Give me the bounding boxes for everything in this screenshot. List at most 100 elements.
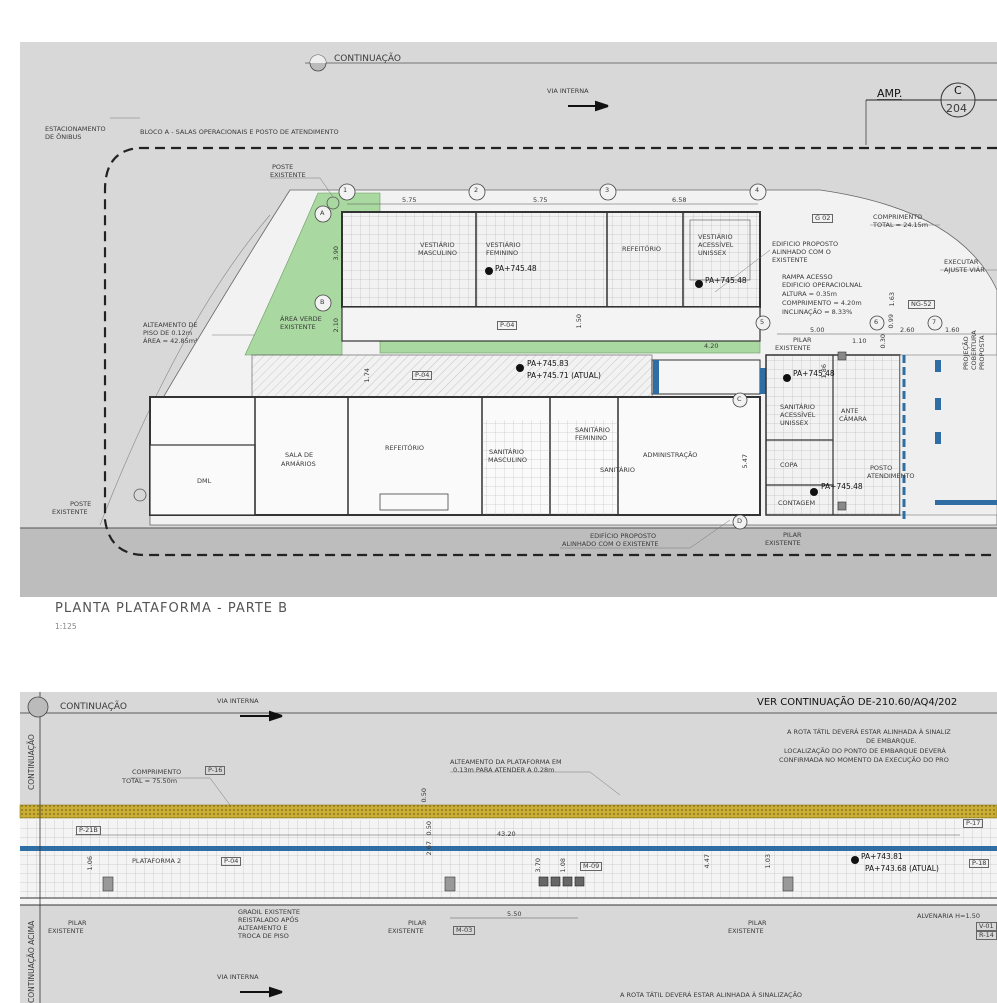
vestiario-fem-2: FEMININO xyxy=(486,249,519,257)
gradil-2: REISTALADO APÓS xyxy=(238,916,299,924)
pilar-b3b: EXISTENTE xyxy=(728,927,764,935)
dim-030: 0.30 xyxy=(878,334,887,349)
grid-b: B xyxy=(320,298,325,306)
amp-letter: C xyxy=(954,84,962,97)
pa-bottom-1: PA+743.81 xyxy=(861,852,903,861)
ver-continuacao: VER CONTINUAÇÃO DE-210.60/AQ4/202 xyxy=(757,697,958,708)
via-interna-label-bottom-1: VIA INTERNA xyxy=(217,697,259,705)
dim-267: 2.67 xyxy=(424,841,433,856)
area-verde-1: ÁREA VERDE xyxy=(280,315,322,323)
pa-2: PA+745.48 xyxy=(705,276,747,285)
posto-2: ATENDIMENTO xyxy=(867,472,915,480)
dim-390: 3.90 xyxy=(331,246,340,261)
rampa-5: INCLINAÇÃO = 8.33% xyxy=(782,308,853,316)
dim-050-b: 0.50 xyxy=(424,821,433,836)
dim-106: 1.06 xyxy=(85,856,94,871)
de-onibus-label: DE ÔNIBUS xyxy=(45,133,82,141)
estacionamento-label: ESTACIONAMENTO xyxy=(45,125,106,133)
tag-p17: P-17 xyxy=(963,819,984,828)
pilar-b3a: PILAR xyxy=(748,919,767,927)
dim-575-b: 5.75 xyxy=(533,196,548,204)
grid-6: 6 xyxy=(874,318,879,326)
tag-p04: P-04 xyxy=(221,857,242,866)
dim-163: 1.63 xyxy=(887,292,896,307)
ante-camara-2: CÂMARA xyxy=(839,415,867,423)
sanit-acess-1: SANITÁRIO xyxy=(780,403,815,411)
alteamento-plat-1: ALTEAMENTO DA PLATAFORMA EM xyxy=(450,758,562,766)
dim-658: 6.58 xyxy=(672,196,687,204)
pilar-b1b: EXISTENTE xyxy=(48,927,84,935)
pa-1: PA+745.48 xyxy=(495,264,537,273)
dim-260: 2.60 xyxy=(900,326,915,334)
ante-camara-1: ANTE xyxy=(841,407,859,415)
top-road-bottom xyxy=(20,528,997,597)
refeitorio-bottom: REFEITÓRIO xyxy=(385,444,425,452)
grid-1: 1 xyxy=(343,186,348,194)
projecao-3: PROPOSTA xyxy=(978,335,986,370)
grid-2: 2 xyxy=(474,186,479,194)
refeitorio-top: REFEITÓRIO xyxy=(622,245,662,253)
poste-label-1: POSTE xyxy=(272,163,294,171)
grid-3: 3 xyxy=(605,186,610,194)
pa-6: PA+745.48 xyxy=(821,482,863,491)
rampa-3: ALTURA = 0.35m xyxy=(782,290,837,298)
grid-7: 7 xyxy=(932,318,937,326)
dim-103: 1.03 xyxy=(763,854,772,869)
vestiario-fem-1: VESTIÁRIO xyxy=(486,241,521,249)
tag-p04-b: P-04 xyxy=(412,371,433,380)
edificio-proposto-2: ALINHADO COM O xyxy=(772,248,831,256)
sanitario-masc-2: MASCULINO xyxy=(488,456,527,464)
pilar-b2a: PILAR xyxy=(408,919,427,927)
dim-210: 2.10 xyxy=(331,318,340,333)
vest-acess-3: UNISSEX xyxy=(698,249,727,257)
posto-1: POSTO xyxy=(870,464,893,472)
plataforma-label: PLATAFORMA 2 xyxy=(132,857,182,865)
edificio-proposto-3: EXISTENTE xyxy=(772,256,808,264)
pa-bottom-2: PA+743.68 (ATUAL) xyxy=(865,864,939,873)
continuation-label-top: CONTINUAÇÃO xyxy=(334,54,401,64)
sanit-acess-2: ACESSÍVEL xyxy=(780,411,816,419)
tactile-strip xyxy=(19,804,997,819)
dim-500: 5.00 xyxy=(810,326,825,334)
rota-4: CONFIRMADA NO MOMENTO DA EXECUÇÃO DO PRO xyxy=(779,756,949,764)
contagem-label: CONTAGEM xyxy=(778,499,816,507)
sanitario-label: SANITÁRIO xyxy=(600,466,635,474)
tag-p21b: P-21B xyxy=(76,826,101,835)
rota-3: LOCALIZAÇÃO DO PONTO DE EMBARQUE DEVERÁ xyxy=(784,747,946,755)
rampa-2: EDIFICIO OPERACIOLNAL xyxy=(782,281,863,289)
projecao-1: PROJEÇÃO xyxy=(962,336,970,370)
tag-m03: M-03 xyxy=(453,926,476,935)
dim-547: 5.47 xyxy=(740,454,749,469)
poste-bottom-2: EXISTENTE xyxy=(52,508,88,516)
sala-armarios-1: SALA DE xyxy=(285,451,314,459)
via-interna-label-top: VIA INTERNA xyxy=(547,87,589,95)
dim-160: 1.60 xyxy=(945,326,960,334)
alvenaria-1: ALVENARIA H=1.50 xyxy=(917,912,980,920)
side-continuacao: CONTINUAÇÃO xyxy=(27,734,36,790)
edificio-proposto-1: EDIFICIO PROPOSTO xyxy=(772,240,839,248)
tag-p18: P-18 xyxy=(969,859,990,868)
sanitario-masc-1: SANITÁRIO xyxy=(489,448,524,456)
dim-420: 4.20 xyxy=(704,342,719,350)
area-verde-2: EXISTENTE xyxy=(280,323,316,331)
rampa-1: RAMPA ACESSO xyxy=(782,273,833,281)
tag-g02: G 02 xyxy=(812,214,834,223)
copa-label: COPA xyxy=(780,461,798,469)
vestiario-masc-2: MASCULINO xyxy=(418,249,457,257)
vest-acess-2: ACESSÍVEL xyxy=(698,241,734,249)
comprimento-top-1: COMPRIMENTO xyxy=(873,213,923,221)
edificio-bottom-1: EDIFÍCIO PROPOSTO xyxy=(590,532,657,540)
vest-acess-1: VESTIÁRIO xyxy=(698,233,733,241)
grid-4: 4 xyxy=(755,186,760,194)
dim-447: 4.47 xyxy=(702,854,711,869)
alteamento-3: ÁREA = 42.85m² xyxy=(143,337,198,345)
poste-label-2: EXISTENTE xyxy=(270,171,306,179)
executar-2: AJUSTE VIÁR xyxy=(944,266,985,274)
projecao-2: COBERTURA xyxy=(970,330,978,370)
pa-4: PA+745.71 (ATUAL) xyxy=(527,371,601,380)
poste-bottom-1: POSTE xyxy=(70,500,92,508)
pilar-top-1: PILAR xyxy=(793,336,812,344)
tag-m09: M-09 xyxy=(580,862,603,871)
amp-label: AMP. xyxy=(877,87,903,100)
grid-c: C xyxy=(737,395,742,403)
